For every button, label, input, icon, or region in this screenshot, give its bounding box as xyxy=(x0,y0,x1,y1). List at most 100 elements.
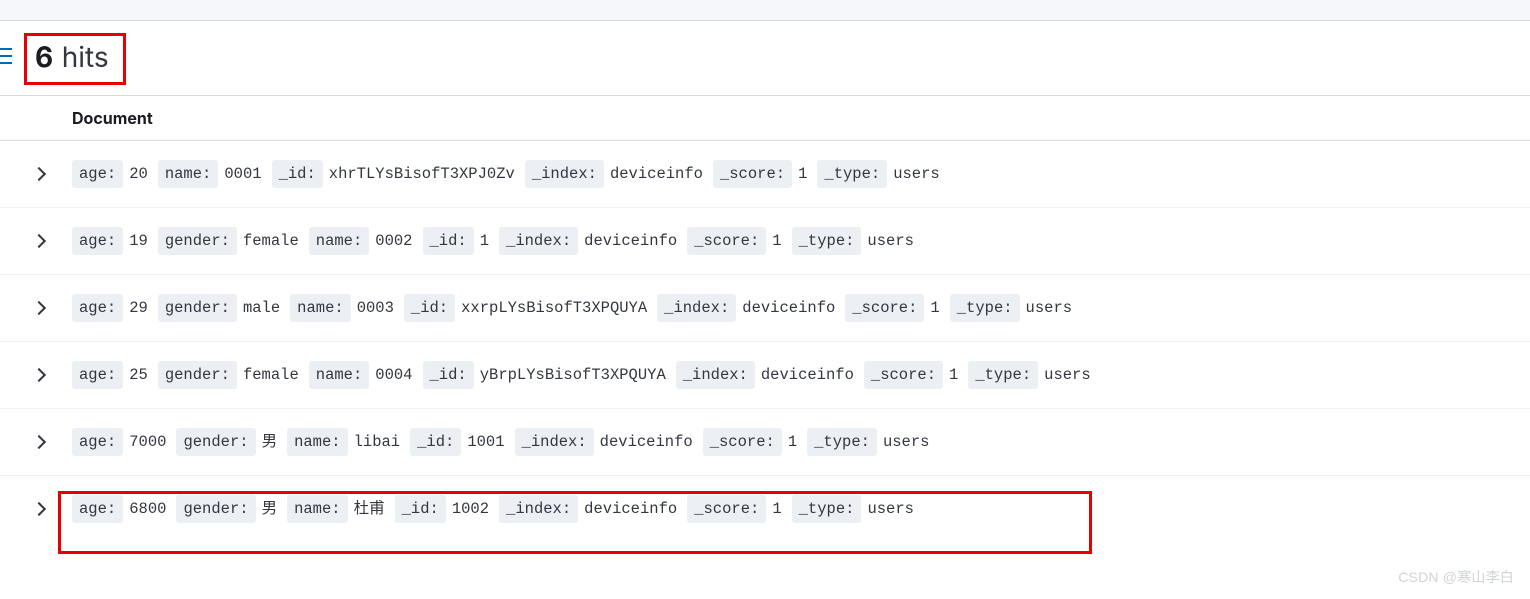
field-key: _index: xyxy=(499,495,578,524)
chevron-right-icon xyxy=(32,368,46,382)
field-value: deviceinfo xyxy=(761,363,854,388)
field-pair: _score:1 xyxy=(703,428,801,457)
field-pair: gender: 男 xyxy=(176,495,281,524)
chevron-right-icon xyxy=(32,502,46,516)
field-key: age: xyxy=(72,428,123,457)
field-value: users xyxy=(883,430,930,455)
field-key: _index: xyxy=(515,428,594,457)
field-key: _score: xyxy=(864,361,943,390)
hits-label: hits xyxy=(62,40,109,74)
field-value: users xyxy=(867,497,914,522)
field-value: female xyxy=(243,229,299,254)
field-value: 25 xyxy=(129,363,148,388)
expand-toggle[interactable] xyxy=(0,236,72,246)
field-value: deviceinfo xyxy=(584,497,677,522)
field-pair: name:0004 xyxy=(309,361,417,390)
field-key: _score: xyxy=(687,495,766,524)
column-header-row: Document xyxy=(0,96,1530,141)
field-pair: _id:1001 xyxy=(410,428,508,457)
field-pair: name:杜甫 xyxy=(287,495,389,524)
field-key: _id: xyxy=(423,227,474,256)
field-value: 1002 xyxy=(452,497,489,522)
field-key: _index: xyxy=(676,361,755,390)
field-value: 1 xyxy=(772,497,781,522)
field-pair: _type:users xyxy=(950,294,1076,323)
field-key: _type: xyxy=(792,495,862,524)
field-value: male xyxy=(243,296,280,321)
field-value: 29 xyxy=(129,296,148,321)
topbar xyxy=(0,0,1530,21)
expand-toggle[interactable] xyxy=(0,303,72,313)
document-column-header[interactable]: Document xyxy=(72,108,153,128)
field-key: name: xyxy=(158,160,219,189)
field-pair: gender:female xyxy=(158,227,303,256)
field-pair: age:7000 xyxy=(72,428,170,457)
field-pair: age:20 xyxy=(72,160,152,189)
field-key: _score: xyxy=(703,428,782,457)
document-source: age:25gender:femalename:0004_id:yBrpLYsB… xyxy=(72,357,1095,394)
field-key: name: xyxy=(287,428,348,457)
chevron-right-icon xyxy=(32,435,46,449)
field-value: 20 xyxy=(129,162,148,187)
field-value: deviceinfo xyxy=(742,296,835,321)
field-key: _type: xyxy=(950,294,1020,323)
field-key: _id: xyxy=(404,294,455,323)
field-pair: _type:users xyxy=(792,227,918,256)
field-value: deviceinfo xyxy=(600,430,693,455)
expand-toggle[interactable] xyxy=(0,504,72,514)
field-key: _type: xyxy=(817,160,887,189)
field-key: _score: xyxy=(687,227,766,256)
field-value: 7000 xyxy=(129,430,166,455)
chevron-right-icon xyxy=(32,167,46,181)
field-value: 0001 xyxy=(224,162,261,187)
field-pair: name:libai xyxy=(287,428,404,457)
field-pair: _id:xxrpLYsBisofT3XPQUYA xyxy=(404,294,651,323)
expand-toggle[interactable] xyxy=(0,370,72,380)
field-pair: _type:users xyxy=(817,160,943,189)
field-pair: _id:1002 xyxy=(395,495,493,524)
field-value: 1 xyxy=(788,430,797,455)
field-pair: _id:1 xyxy=(423,227,494,256)
field-key: _id: xyxy=(410,428,461,457)
hits-summary: 6 hits xyxy=(24,33,126,85)
chevron-right-icon xyxy=(32,301,46,315)
table-row: age:25gender:femalename:0004_id:yBrpLYsB… xyxy=(0,342,1530,409)
field-pair: name:0001 xyxy=(158,160,266,189)
field-value: libai xyxy=(354,430,401,455)
field-pair: _type:users xyxy=(968,361,1094,390)
field-key: _id: xyxy=(272,160,323,189)
field-pair: _index:deviceinfo xyxy=(515,428,697,457)
field-key: _type: xyxy=(807,428,877,457)
field-key: _type: xyxy=(792,227,862,256)
field-value: 1001 xyxy=(467,430,504,455)
field-value: 0004 xyxy=(375,363,412,388)
expand-toggle[interactable] xyxy=(0,437,72,447)
field-key: gender: xyxy=(176,428,255,457)
field-value: xxrpLYsBisofT3XPQUYA xyxy=(461,296,647,321)
field-key: _index: xyxy=(499,227,578,256)
field-key: age: xyxy=(72,361,123,390)
field-pair: gender:male xyxy=(158,294,284,323)
field-pair: age:6800 xyxy=(72,495,170,524)
document-source: age:20name:0001_id:xhrTLYsBisofT3XPJ0Zv_… xyxy=(72,156,944,193)
field-pair: _type:users xyxy=(807,428,933,457)
field-value: 19 xyxy=(129,229,148,254)
field-value: 男 xyxy=(262,497,278,522)
field-pair: gender:男 xyxy=(176,428,281,457)
menu-icon[interactable] xyxy=(0,48,16,64)
document-source: age:19gender:femalename:0002_id:1_index:… xyxy=(72,223,918,260)
table-row: age:7000gender:男name:libai_id:1001_index… xyxy=(0,409,1530,476)
field-key: gender: xyxy=(176,495,255,524)
field-key: _index: xyxy=(657,294,736,323)
field-value: 0002 xyxy=(375,229,412,254)
field-key: _type: xyxy=(968,361,1038,390)
field-value: 1 xyxy=(480,229,489,254)
field-pair: _id:xhrTLYsBisofT3XPJ0Zv xyxy=(272,160,519,189)
field-pair: gender:female xyxy=(158,361,303,390)
field-pair: age:25 xyxy=(72,361,152,390)
field-value: 杜甫 xyxy=(354,497,385,522)
field-key: name: xyxy=(290,294,351,323)
expand-toggle[interactable] xyxy=(0,169,72,179)
field-value: 6800 xyxy=(129,497,166,522)
document-source: age:6800gender: 男 name:杜甫_id:1002_index:de… xyxy=(72,491,918,528)
